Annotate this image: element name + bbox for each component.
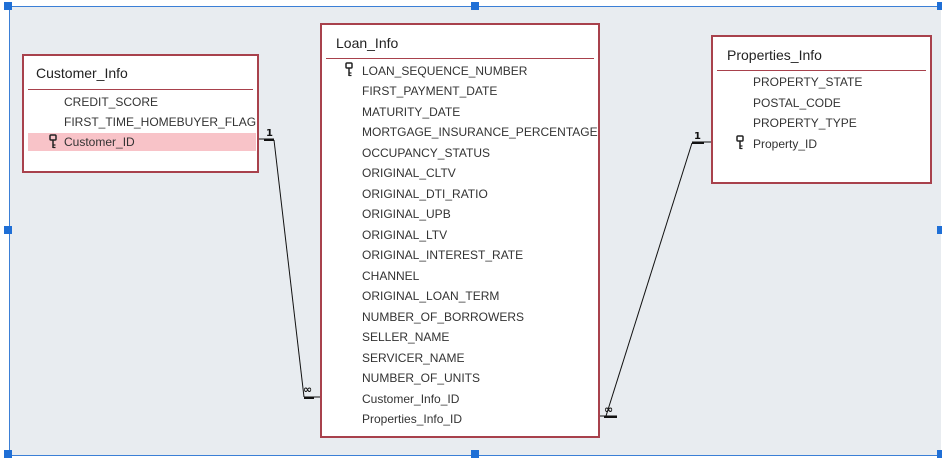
- key-icon: [49, 134, 57, 149]
- table-title-divider: [326, 58, 594, 59]
- field-original-loan-term[interactable]: ORIGINAL_LOAN_TERM: [362, 287, 499, 305]
- field-number-of-units[interactable]: NUMBER_OF_UNITS: [362, 369, 480, 387]
- field-first-time-homebuyer-flag[interactable]: FIRST_TIME_HOMEBUYER_FLAG: [64, 113, 256, 131]
- relationship-properties-loan[interactable]: [599, 141, 711, 418]
- field-property-id[interactable]: Property_ID: [753, 135, 817, 153]
- relationship-customer-loan[interactable]: [258, 138, 320, 399]
- table-title[interactable]: Properties_Info: [727, 47, 822, 63]
- cardinality-many-loan-properties: ∞: [604, 403, 614, 416]
- field-property-type[interactable]: PROPERTY_TYPE: [753, 114, 857, 132]
- field-customer-info-id[interactable]: Customer_Info_ID: [362, 390, 459, 408]
- cardinality-one-properties: 1: [694, 131, 701, 142]
- table-title-divider: [28, 89, 253, 90]
- field-first-payment-date[interactable]: FIRST_PAYMENT_DATE: [362, 82, 497, 100]
- table-title[interactable]: Loan_Info: [336, 35, 398, 51]
- field-original-ltv[interactable]: ORIGINAL_LTV: [362, 226, 447, 244]
- table-title[interactable]: Customer_Info: [36, 65, 128, 81]
- field-original-cltv[interactable]: ORIGINAL_CLTV: [362, 164, 456, 182]
- table-customer-info[interactable]: Customer_Info CREDIT_SCORE FIRST_TIME_HO…: [22, 54, 259, 173]
- cardinality-many-loan-customer: ∞: [303, 383, 313, 396]
- field-original-upb[interactable]: ORIGINAL_UPB: [362, 205, 451, 223]
- field-credit-score[interactable]: CREDIT_SCORE: [64, 93, 158, 111]
- field-original-interest-rate[interactable]: ORIGINAL_INTEREST_RATE: [362, 246, 523, 264]
- key-icon: [736, 135, 744, 150]
- field-original-dti-ratio[interactable]: ORIGINAL_DTI_RATIO: [362, 185, 488, 203]
- field-postal-code[interactable]: POSTAL_CODE: [753, 94, 841, 112]
- table-title-divider: [717, 70, 926, 71]
- field-properties-info-id[interactable]: Properties_Info_ID: [362, 410, 462, 428]
- field-maturity-date[interactable]: MATURITY_DATE: [362, 103, 460, 121]
- field-channel[interactable]: CHANNEL: [362, 267, 419, 285]
- field-seller-name[interactable]: SELLER_NAME: [362, 328, 449, 346]
- field-property-state[interactable]: PROPERTY_STATE: [753, 73, 862, 91]
- field-occupancy-status[interactable]: OCCUPANCY_STATUS: [362, 144, 490, 162]
- field-number-of-borrowers[interactable]: NUMBER_OF_BORROWERS: [362, 308, 524, 326]
- field-customer-id: Customer_ID: [64, 135, 135, 149]
- key-icon: [345, 62, 353, 77]
- cardinality-one-customer: 1: [266, 128, 273, 139]
- field-mortgage-insurance-percentage[interactable]: MORTGAGE_INSURANCE_PERCENTAGE: [362, 123, 598, 141]
- field-loan-sequence-number[interactable]: LOAN_SEQUENCE_NUMBER: [362, 62, 527, 80]
- field-servicer-name[interactable]: SERVICER_NAME: [362, 349, 464, 367]
- field-customer-id-row[interactable]: Customer_ID: [28, 133, 256, 151]
- table-loan-info[interactable]: Loan_Info LOAN_SEQUENCE_NUMBER FIRST_PAY…: [320, 23, 600, 438]
- table-properties-info[interactable]: Properties_Info PROPERTY_STATE POSTAL_CO…: [711, 35, 932, 184]
